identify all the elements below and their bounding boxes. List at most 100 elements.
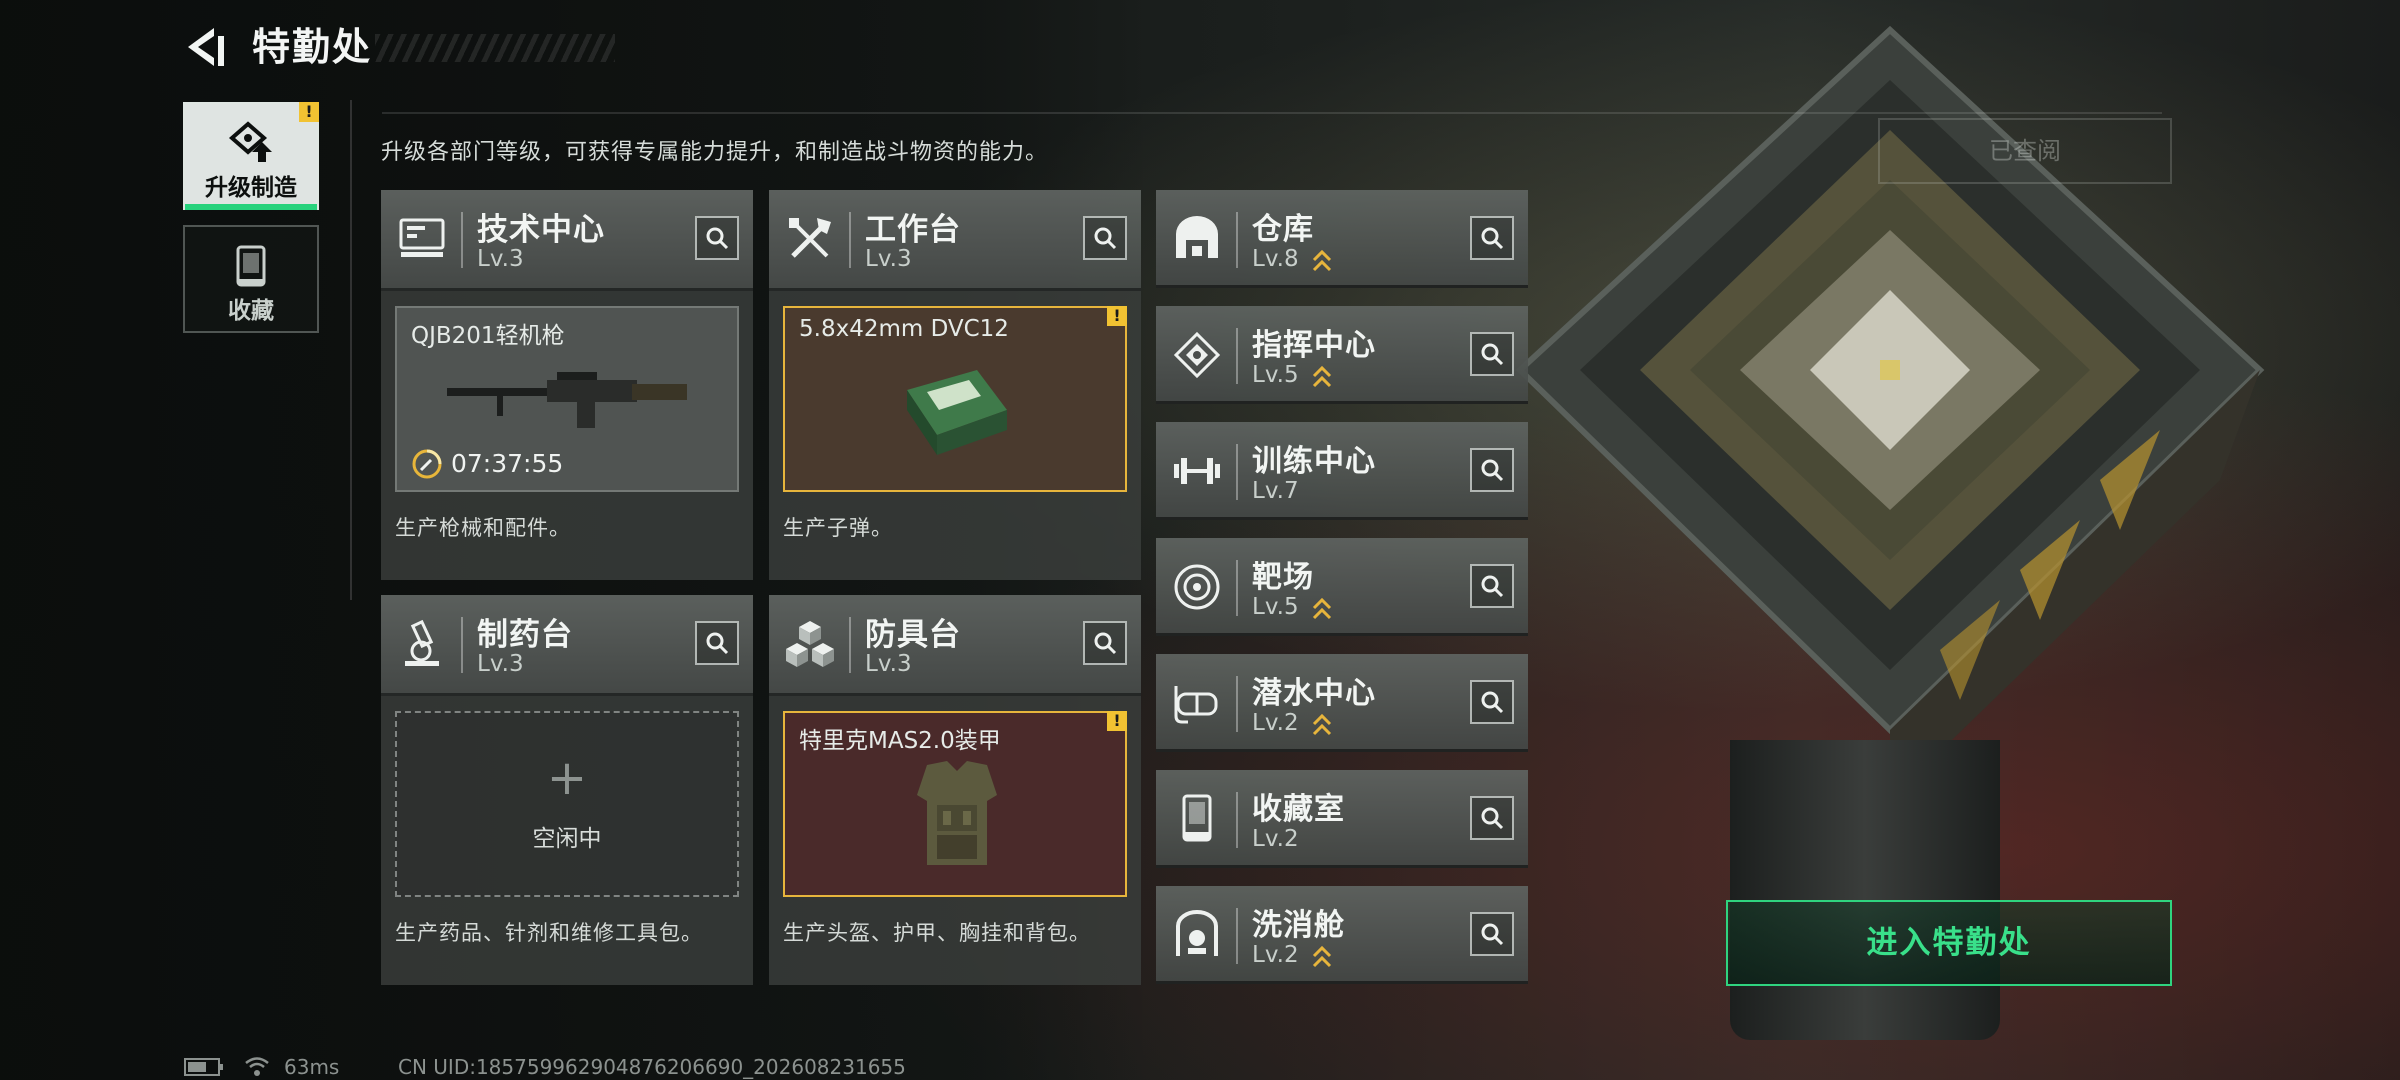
search-icon: [1481, 459, 1504, 482]
upgrade-available-icon: [1312, 945, 1332, 968]
pillar-art: [1730, 740, 2000, 1040]
production-slot[interactable]: ! 特里克MAS2.0装甲: [783, 711, 1127, 897]
back-button[interactable]: [180, 22, 230, 72]
facility-description: 生产子弹。: [783, 516, 893, 540]
divider: [382, 112, 2162, 114]
facility-name: 仓库: [1252, 212, 1314, 247]
tab-upgrade-label: 升级制造: [205, 175, 297, 201]
idle-slot[interactable]: + 空闲中: [395, 711, 739, 897]
body-armor-image: [917, 761, 997, 865]
collection-room-icon: [1182, 794, 1212, 842]
search-icon: [1481, 575, 1504, 598]
intro-text: 升级各部门等级，可获得专属能力提升，和制造战斗物资的能力。: [381, 140, 1049, 165]
tab-upgrade-craft[interactable]: ! 升级制造: [183, 102, 319, 210]
facility-item-training-center[interactable]: 训练中心 Lv.7: [1156, 422, 1528, 520]
facility-level: Lv.3: [477, 651, 524, 677]
inspect-button[interactable]: [1470, 912, 1514, 956]
divider: [350, 100, 352, 600]
facility-card-pharmacy: 制药台 Lv.3 + 空闲中 生产药品、针剂和维修工具包。: [381, 595, 753, 985]
header-separator: [1236, 328, 1238, 384]
upgrade-available-icon: [1312, 597, 1332, 620]
facility-level: Lv.8: [1252, 246, 1299, 272]
inspect-button[interactable]: [1470, 332, 1514, 376]
ammo-box-image: [907, 370, 1007, 455]
wrench-timer-icon: [412, 449, 442, 479]
facility-description: 生产枪械和配件。: [395, 516, 571, 540]
search-icon: [1481, 343, 1504, 366]
header-separator: [461, 212, 463, 268]
command-center-icon: [1173, 331, 1221, 379]
facility-level: Lv.3: [865, 246, 912, 272]
warehouse-icon: [1176, 216, 1218, 258]
facility-level: Lv.3: [477, 246, 524, 272]
header-separator: [1236, 792, 1238, 848]
dumbbell-icon: [1174, 458, 1220, 484]
inspect-button[interactable]: [1083, 216, 1127, 260]
facility-header-workbench[interactable]: 工作台 Lv.3: [769, 190, 1141, 291]
computer-icon: [399, 218, 445, 257]
target-range-icon: [1174, 564, 1220, 610]
upgrade-available-icon: [1312, 249, 1332, 272]
facility-name: 指挥中心: [1252, 328, 1376, 363]
production-slot[interactable]: QJB201轻机枪 07:37:55: [395, 306, 739, 492]
tools-icon: [789, 218, 831, 258]
header-separator: [1236, 444, 1238, 500]
plus-icon: +: [546, 750, 588, 806]
machine-gun-image: [447, 372, 687, 428]
decontamination-icon: [1176, 910, 1218, 956]
facility-header-tech-center[interactable]: 技术中心 Lv.3: [381, 190, 753, 291]
header-separator: [849, 212, 851, 268]
facility-name: 洗消舱: [1252, 908, 1345, 943]
title-decoration: [375, 34, 615, 62]
facility-name: 靶场: [1252, 560, 1314, 595]
facility-card-tech-center: 技术中心 Lv.3 QJB201轻机枪 07:37:55 生产枪械和配件。: [381, 190, 753, 580]
viewed-button[interactable]: 已查阅: [1878, 118, 2172, 184]
ping-text: 63ms: [284, 1055, 340, 1079]
inspect-button[interactable]: [695, 621, 739, 665]
facility-item-collection-room[interactable]: 收藏室 Lv.2: [1156, 770, 1528, 868]
facility-item-target-range[interactable]: 靶场 Lv.5: [1156, 538, 1528, 636]
inspect-button[interactable]: [1470, 680, 1514, 724]
search-icon: [1094, 632, 1117, 655]
diving-mask-icon: [1174, 686, 1218, 724]
battery-icon: [184, 1058, 223, 1076]
page-title: 特勤处: [252, 25, 373, 69]
inspect-button[interactable]: [695, 216, 739, 260]
inspect-button[interactable]: [1470, 796, 1514, 840]
header-separator: [1236, 908, 1238, 964]
facility-level: Lv.7: [1252, 478, 1299, 504]
upgrade-available-icon: [1312, 713, 1332, 736]
production-slot[interactable]: ! 5.8x42mm DVC12: [783, 306, 1127, 492]
facility-header-pharmacy[interactable]: 制药台 Lv.3: [381, 595, 753, 696]
facility-item-command-center[interactable]: 指挥中心 Lv.5: [1156, 306, 1528, 404]
inspect-button[interactable]: [1470, 564, 1514, 608]
facility-name: 收藏室: [1252, 792, 1345, 827]
facility-name: 潜水中心: [1252, 676, 1376, 711]
facility-item-warehouse[interactable]: 仓库 Lv.8: [1156, 190, 1528, 288]
idle-status: 空闲中: [532, 826, 602, 852]
header-separator: [461, 617, 463, 673]
search-icon: [1481, 691, 1504, 714]
facility-item-decontamination[interactable]: 洗消舱 Lv.2: [1156, 886, 1528, 984]
facility-level: Lv.2: [1252, 826, 1299, 852]
alert-badge: !: [1107, 306, 1127, 326]
slot-item-name: QJB201轻机枪: [411, 323, 565, 349]
enter-special-ops-button[interactable]: 进入特勤处: [1726, 900, 2172, 986]
facility-level: Lv.5: [1252, 594, 1299, 620]
facility-item-diving-center[interactable]: 潜水中心 Lv.2: [1156, 654, 1528, 752]
search-icon: [706, 632, 729, 655]
inspect-button[interactable]: [1083, 621, 1127, 665]
facility-header-armor-bench[interactable]: 防具台 Lv.3: [769, 595, 1141, 696]
facility-level: Lv.5: [1252, 362, 1299, 388]
tab-collection[interactable]: 收藏: [183, 225, 319, 333]
facility-description: 生产头盔、护甲、胸挂和背包。: [783, 921, 1091, 945]
header-separator: [1236, 676, 1238, 732]
upgrade-available-icon: [1312, 365, 1332, 388]
search-icon: [1481, 807, 1504, 830]
inspect-button[interactable]: [1470, 216, 1514, 260]
facility-name: 工作台: [865, 212, 961, 248]
collection-icon: [236, 245, 266, 287]
inspect-button[interactable]: [1470, 448, 1514, 492]
back-arrow-icon: [188, 28, 224, 66]
microscope-icon: [405, 619, 439, 666]
